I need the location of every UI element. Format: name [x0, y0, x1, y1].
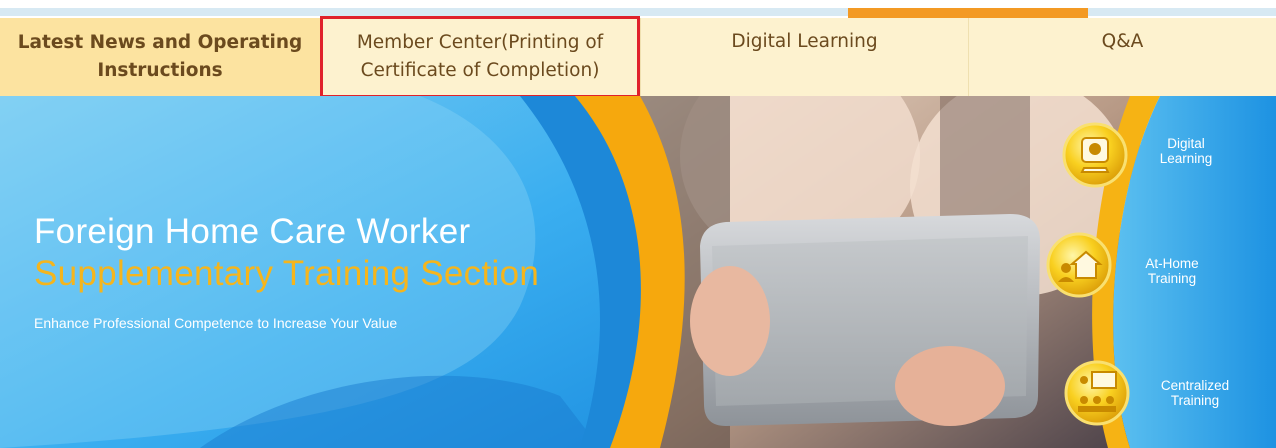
main-navigation: Latest News and Operating Instructions Me… — [0, 18, 1276, 96]
top-strip-active-marker — [848, 8, 1088, 18]
hero-title: Foreign Home Care Worker — [34, 212, 471, 251]
person-computer-icon — [1062, 122, 1128, 188]
nav-label-qa: Q&A — [1101, 31, 1144, 52]
service-at-home-training-line1: At-Home — [1145, 256, 1199, 271]
nav-item-latest-news[interactable]: Latest News and Operating Instructions — [0, 18, 320, 96]
nav-label-latest-news-line2: Instructions — [97, 60, 223, 81]
service-digital-learning-line1: Digital — [1167, 136, 1205, 151]
service-digital-learning[interactable]: Digital Learning — [1060, 114, 1260, 194]
service-centralized-training-line2: Training — [1170, 393, 1220, 408]
nav-item-digital-learning[interactable]: Digital Learning — [640, 18, 968, 96]
service-at-home-training[interactable]: At-Home Training — [1044, 230, 1244, 310]
service-digital-learning-line2: Learning — [1159, 151, 1213, 166]
hero-banner: Foreign Home Care Worker Supplementary T… — [0, 96, 1276, 448]
top-strip — [0, 0, 1276, 18]
nav-label-latest-news-line1: Latest News and Operating — [17, 32, 303, 53]
hero-title-accent: Supplementary Training Section — [34, 254, 540, 293]
nav-label-digital-learning: Digital Learning — [731, 31, 878, 52]
hero-subtitle: Enhance Professional Competence to Incre… — [34, 315, 398, 331]
nav-label-member-center-line2: Certificate of Completion) — [360, 60, 600, 81]
nav-item-member-center[interactable]: Member Center(Printing of Certificate of … — [320, 18, 640, 96]
nav-label-member-center-line1: Member Center(Printing of — [356, 32, 604, 53]
service-at-home-training-line2: Training — [1147, 271, 1197, 286]
service-centralized-training-line1: Centralized — [1160, 378, 1230, 393]
classroom-icon — [1064, 360, 1130, 426]
person-house-icon — [1046, 232, 1112, 298]
service-centralized-training[interactable]: Centralized Training — [1062, 358, 1262, 438]
nav-item-qa[interactable]: Q&A — [968, 18, 1276, 96]
